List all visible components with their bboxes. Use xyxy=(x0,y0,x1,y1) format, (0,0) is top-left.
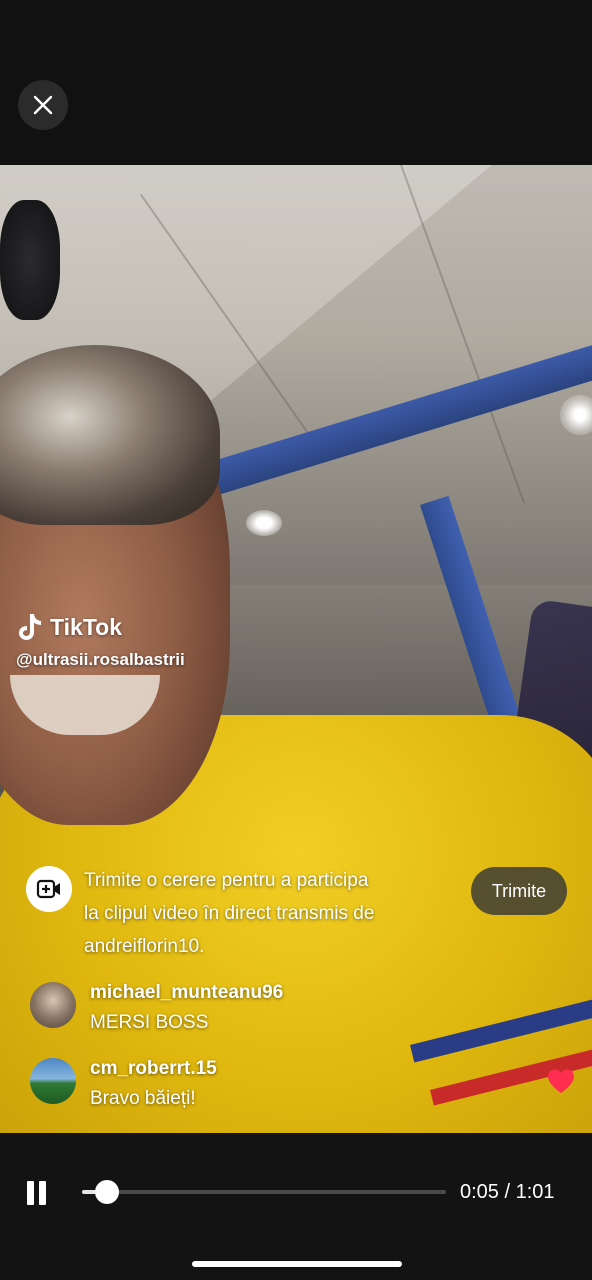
join-request-line: Trimite o cerere pentru a participa xyxy=(84,870,369,891)
comment-text: MERSI BOSS xyxy=(90,1012,209,1033)
background-person xyxy=(0,200,60,320)
comment-text: Bravo băieți! xyxy=(90,1088,196,1109)
add-video-button-icon xyxy=(26,866,72,912)
comment-username[interactable]: michael_munteanu96 xyxy=(90,982,283,1004)
pause-icon xyxy=(27,1181,34,1205)
live-comment: cm_roberrt.15 Bravo băieți! xyxy=(30,1058,450,1118)
progress-slider[interactable] xyxy=(82,1180,446,1204)
avatar[interactable] xyxy=(30,982,76,1028)
close-icon xyxy=(33,95,53,115)
ceiling-light xyxy=(246,510,282,536)
pause-button[interactable] xyxy=(24,1179,50,1209)
player-controls: 0:05 / 1:01 xyxy=(0,1133,592,1280)
send-request-button[interactable]: Trimite xyxy=(471,867,567,915)
ceiling-light xyxy=(560,395,592,435)
heart-icon xyxy=(546,1068,576,1099)
join-live-request: Trimite o cerere pentru a participa la c… xyxy=(26,864,576,964)
progress-thumb[interactable] xyxy=(95,1180,120,1204)
join-request-line: la clipul video în direct transmis de xyxy=(84,903,375,924)
comment-username[interactable]: cm_roberrt.15 xyxy=(90,1058,217,1080)
join-request-line: andreiflorin10. xyxy=(84,936,205,957)
creator-handle: @ultrasii.rosalbastrii xyxy=(16,650,185,669)
home-indicator[interactable] xyxy=(192,1261,402,1267)
video-viewer: TikTok @ultrasii.rosalbastrii Trimite o … xyxy=(0,0,592,1280)
top-bar xyxy=(0,0,592,165)
join-request-text: Trimite o cerere pentru a participa la c… xyxy=(84,864,444,963)
time-display: 0:05 / 1:01 xyxy=(460,1181,555,1203)
tiktok-logo: TikTok xyxy=(16,612,185,642)
tiktok-brand-text: TikTok xyxy=(50,613,122,640)
pause-icon xyxy=(39,1181,46,1205)
live-comment: michael_munteanu96 MERSI BOSS xyxy=(30,982,450,1042)
avatar[interactable] xyxy=(30,1058,76,1104)
add-video-icon xyxy=(36,879,60,899)
close-button[interactable] xyxy=(18,80,68,130)
tiktok-icon xyxy=(19,614,41,640)
tiktok-watermark: TikTok @ultrasii.rosalbastrii xyxy=(16,612,185,670)
